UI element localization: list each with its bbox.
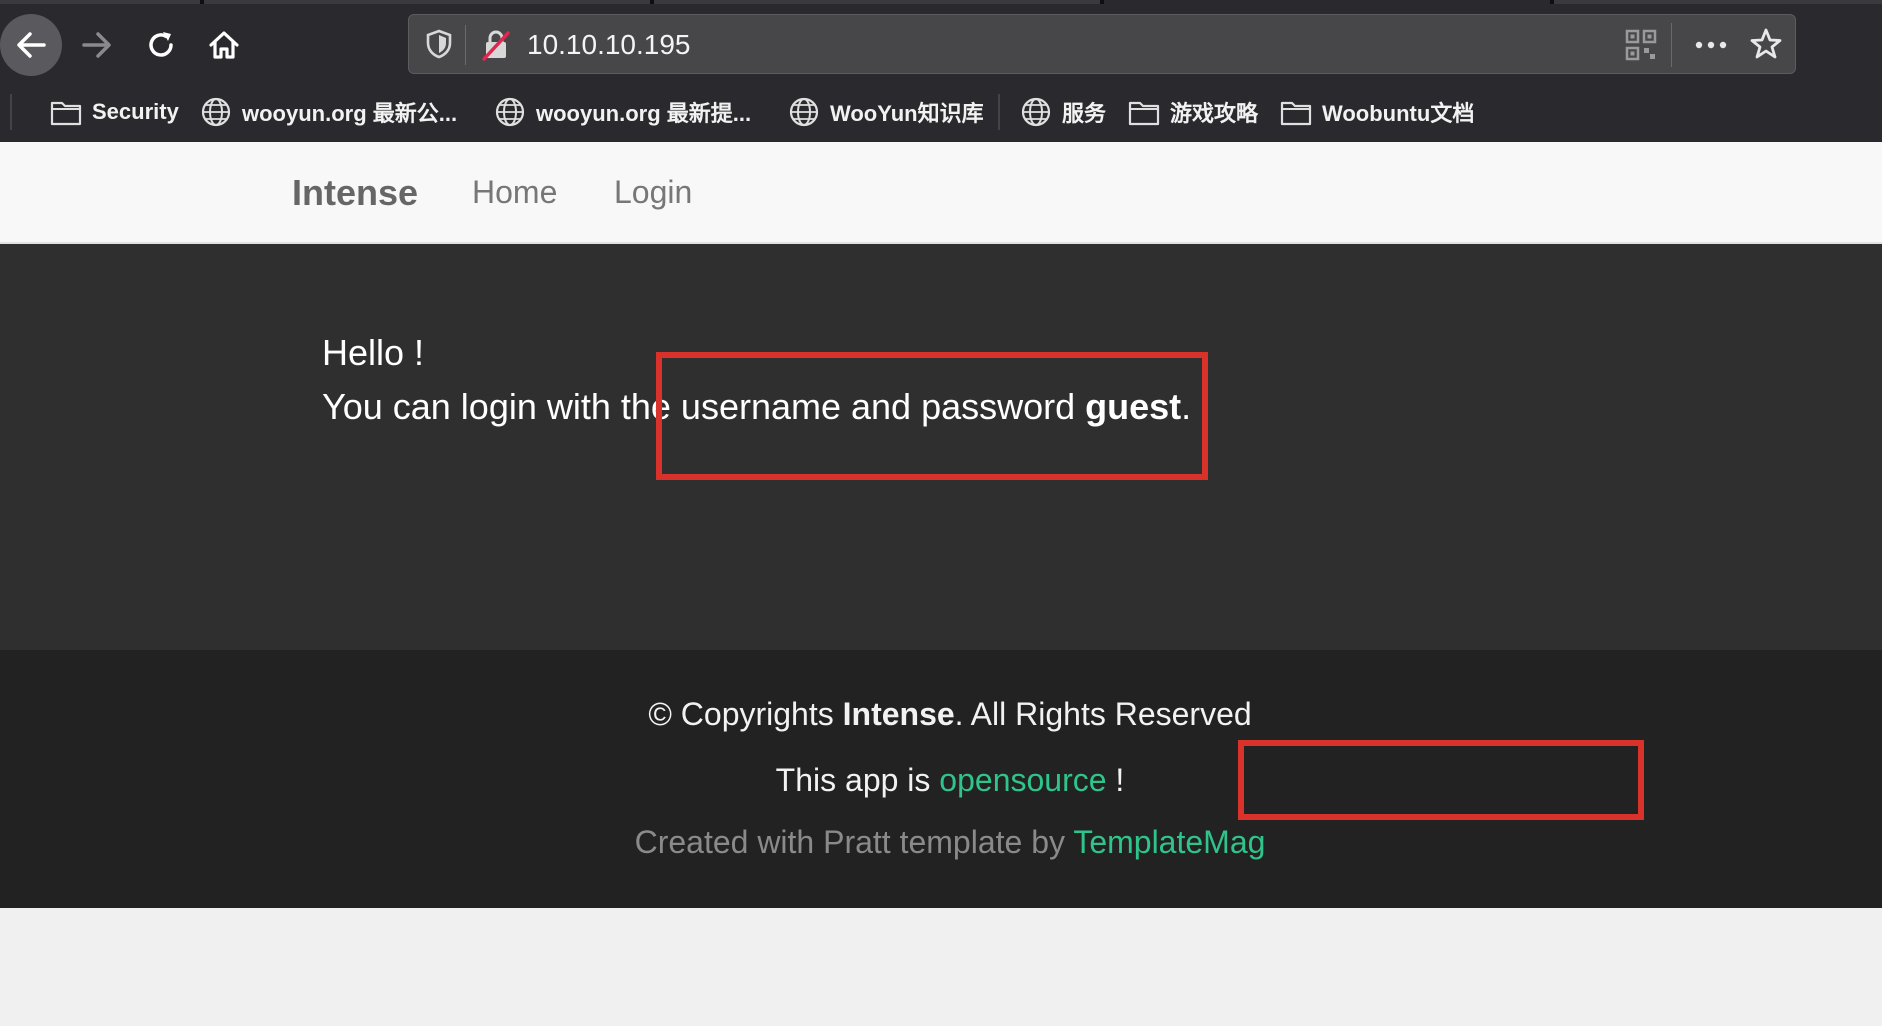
home-icon bbox=[209, 31, 239, 59]
tab-segment[interactable] bbox=[1554, 0, 1882, 4]
home-button[interactable] bbox=[193, 14, 255, 76]
credits-line: Created with Pratt template by TemplateM… bbox=[470, 824, 1430, 861]
folder-icon bbox=[1128, 101, 1160, 126]
bookmark-woobuntu-docs[interactable]: Woobuntu文档 bbox=[1280, 94, 1474, 130]
bookmark-wooyun-latest-public[interactable]: wooyun.org 最新公... bbox=[200, 94, 457, 130]
bookmark-label: wooyun.org 最新公... bbox=[242, 101, 458, 126]
folder-icon bbox=[50, 101, 82, 126]
page-bottom-area bbox=[0, 908, 1882, 1026]
opensource-text: This app is bbox=[775, 762, 940, 798]
tab-segment-active[interactable] bbox=[1104, 0, 1550, 4]
annotation-highlight-box bbox=[656, 352, 1208, 480]
bookmark-star-icon[interactable] bbox=[1749, 27, 1783, 61]
tab-segment[interactable] bbox=[0, 0, 200, 4]
bookmark-label: 游戏攻略 bbox=[1170, 101, 1259, 126]
insecure-lock-icon[interactable] bbox=[481, 29, 511, 61]
globe-icon bbox=[789, 97, 819, 127]
bookmark-services[interactable]: 服务 bbox=[1020, 94, 1106, 130]
shield-icon[interactable] bbox=[425, 29, 453, 59]
annotation-highlight-box bbox=[1238, 740, 1644, 820]
bookmark-label: Woobuntu文档 bbox=[1322, 101, 1475, 126]
templatemag-link[interactable]: TemplateMag bbox=[1073, 824, 1265, 860]
site-navbar: Intense Home Login bbox=[0, 142, 1882, 244]
arrow-right-icon bbox=[82, 32, 111, 58]
urlbar-divider bbox=[1671, 23, 1672, 67]
url-text[interactable]: 10.10.10.195 bbox=[527, 29, 691, 61]
credits-text: Created with Pratt template by bbox=[634, 824, 1074, 860]
bookmark-wooyun-knowledge[interactable]: WooYun知识库 bbox=[788, 94, 984, 130]
copyright-line: © Copyrights Intense. All Rights Reserve… bbox=[470, 696, 1430, 733]
copyright-text: © Copyrights bbox=[648, 696, 843, 732]
bookmark-label: wooyun.org 最新提... bbox=[536, 101, 752, 126]
copyright-rights: . All Rights Reserved bbox=[954, 696, 1252, 732]
urlbar-divider bbox=[465, 25, 466, 65]
copyright-brand: Intense bbox=[842, 696, 955, 732]
bookmark-wooyun-latest-submit[interactable]: wooyun.org 最新提... bbox=[494, 94, 751, 130]
browser-chrome: 10.10.10.195 Security wooyun.org 最新公... … bbox=[0, 0, 1882, 142]
opensource-link[interactable]: opensource bbox=[939, 762, 1106, 798]
hero-greeting: Hello ! bbox=[322, 332, 425, 373]
bookmarks-divider bbox=[998, 94, 1000, 130]
site-brand[interactable]: Intense bbox=[292, 172, 418, 214]
more-options-icon[interactable] bbox=[1693, 29, 1729, 61]
arrow-left-icon bbox=[17, 32, 46, 58]
site-footer: © Copyrights Intense. All Rights Reserve… bbox=[0, 650, 1882, 908]
bookmarks-toolbar: Security wooyun.org 最新公... wooyun.org 最新… bbox=[0, 88, 1882, 138]
tab-segment[interactable] bbox=[654, 0, 1100, 4]
nav-link-login[interactable]: Login bbox=[614, 174, 692, 211]
globe-icon bbox=[1021, 97, 1051, 127]
bookmark-label: 服务 bbox=[1062, 101, 1107, 126]
bookmark-security[interactable]: Security bbox=[50, 94, 179, 130]
bookmark-label: WooYun知识库 bbox=[830, 101, 984, 126]
forward-button[interactable] bbox=[66, 14, 128, 76]
opensource-exclaim: ! bbox=[1106, 762, 1125, 798]
tab-segment[interactable] bbox=[204, 0, 650, 4]
globe-icon bbox=[201, 97, 231, 127]
back-button[interactable] bbox=[0, 14, 62, 76]
globe-icon bbox=[495, 97, 525, 127]
nav-link-home[interactable]: Home bbox=[472, 174, 557, 211]
folder-icon bbox=[1280, 101, 1312, 126]
hero-section: Hello ! You can login with the username … bbox=[0, 244, 1882, 650]
bookmark-label: Security bbox=[92, 99, 179, 124]
bookmarks-divider bbox=[10, 94, 12, 130]
address-bar[interactable]: 10.10.10.195 bbox=[408, 14, 1796, 74]
qr-code-icon[interactable] bbox=[1625, 29, 1657, 61]
reload-button[interactable] bbox=[130, 14, 192, 76]
bookmark-game-guides[interactable]: 游戏攻略 bbox=[1128, 94, 1258, 130]
tab-strip bbox=[0, 0, 1882, 4]
reload-icon bbox=[149, 32, 173, 57]
